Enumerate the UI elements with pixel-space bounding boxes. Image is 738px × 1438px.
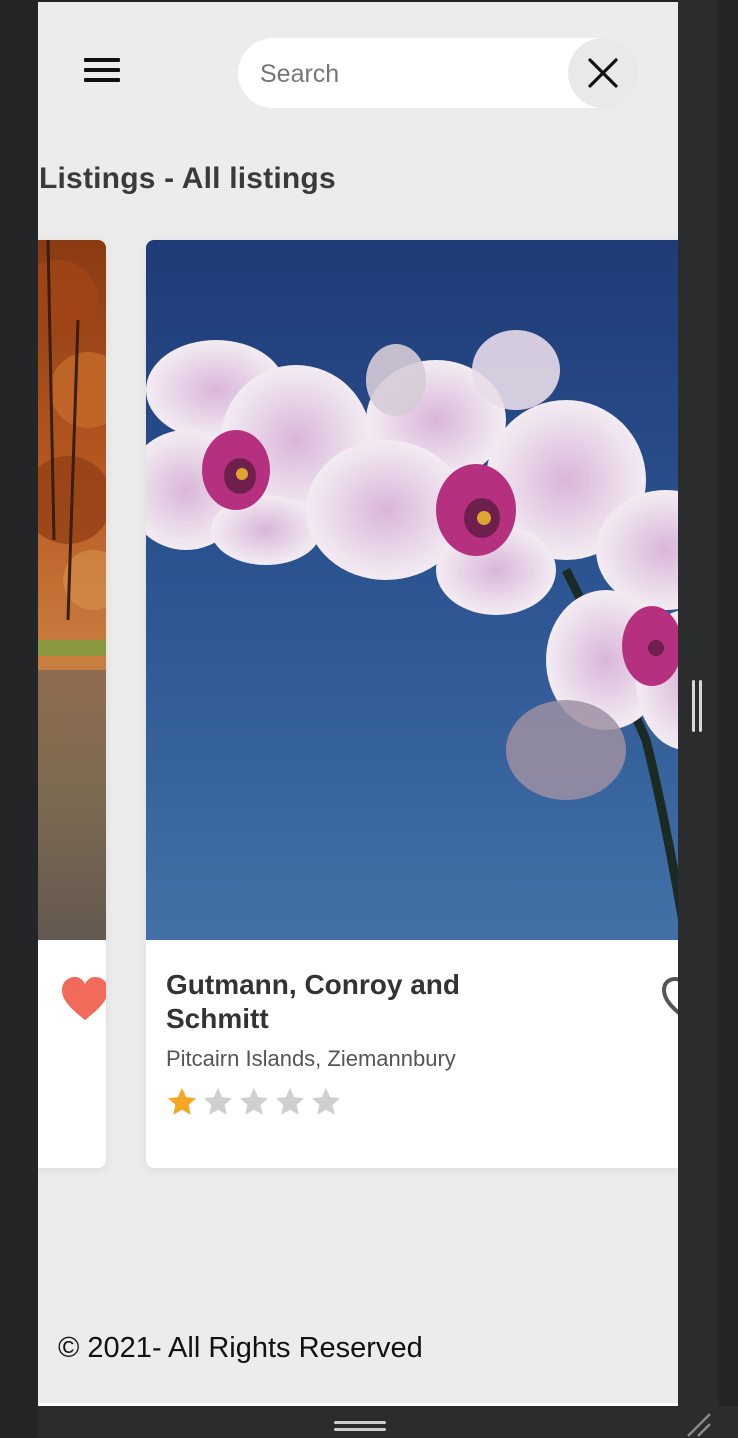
search-input[interactable]	[258, 52, 562, 96]
footer-copyright: © 2021- All Rights Reserved	[58, 1332, 423, 1364]
side-resize-handle[interactable]	[690, 680, 704, 732]
window-frame-bottom	[38, 1406, 738, 1438]
star-empty-icon	[312, 1088, 340, 1115]
resize-grip-icon[interactable]	[684, 1412, 712, 1438]
star-empty-icon	[276, 1088, 304, 1115]
menu-icon	[84, 58, 120, 62]
autumn-trees-image	[38, 240, 106, 940]
listing-card[interactable]	[38, 240, 106, 1168]
favorite-heart-outline-icon[interactable]	[660, 976, 678, 1022]
menu-icon	[84, 68, 120, 72]
clear-search-button[interactable]	[568, 38, 638, 108]
star-empty-icon	[204, 1088, 232, 1115]
star-rating	[166, 1086, 342, 1120]
listing-name[interactable]: Gutmann, Conroy and Schmitt	[166, 968, 526, 1036]
star-filled-icon	[168, 1088, 196, 1115]
viewport-bottom-border	[38, 1403, 678, 1406]
app-viewport: Listings - All listings	[38, 2, 678, 1403]
bottom-resize-handle[interactable]	[334, 1419, 386, 1433]
page-title: Listings - All listings	[39, 162, 336, 195]
listing-card[interactable]: Gutmann, Conroy and Schmitt Pitcairn Isl…	[146, 240, 678, 1168]
star-empty-icon	[240, 1088, 268, 1115]
close-icon	[588, 58, 618, 88]
orchid-flowers-image	[146, 240, 678, 940]
menu-icon	[84, 78, 120, 82]
favorite-heart-icon[interactable]	[60, 976, 106, 1022]
listing-location: Pitcairn Islands, Ziemannbury	[166, 1046, 456, 1071]
hamburger-menu-button[interactable]	[82, 54, 122, 86]
